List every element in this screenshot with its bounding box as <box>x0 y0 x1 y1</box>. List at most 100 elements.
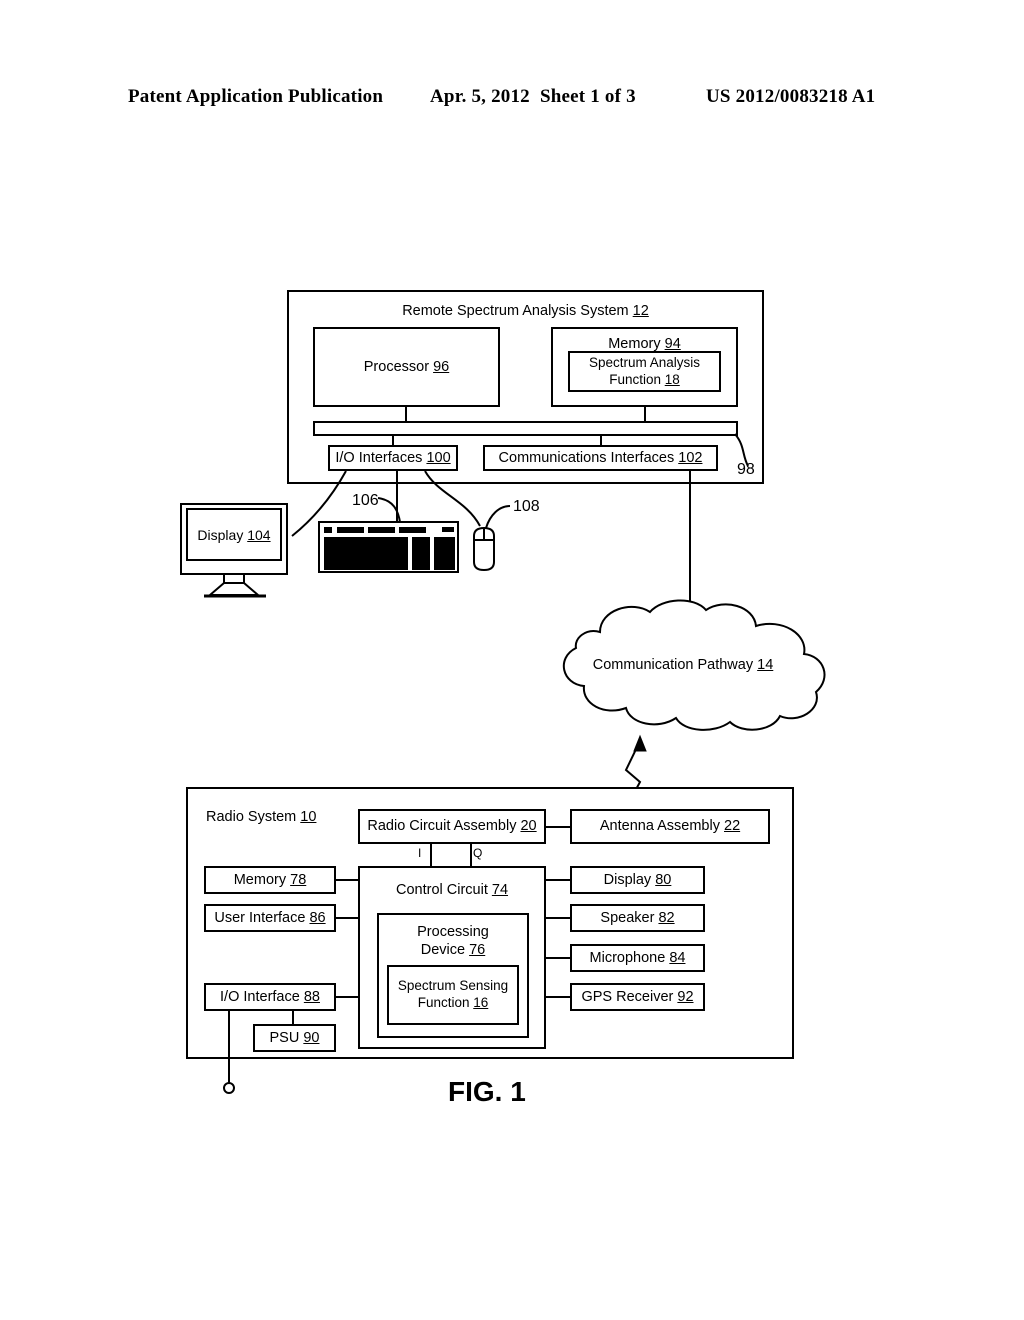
spectrum-analysis-function-line1: Spectrum Analysis <box>588 354 701 370</box>
keyboard-fn-row <box>399 527 426 533</box>
figure-caption: FIG. 1 <box>448 1076 526 1107</box>
q-signal-line <box>470 844 472 866</box>
io-external-terminal-line <box>228 1011 230 1083</box>
io-interfaces-ref: 100 <box>426 449 451 466</box>
speaker-82-label: Speaker <box>600 909 659 926</box>
keyboard-fn-row <box>324 527 332 533</box>
radio-circuit-assembly-box: Radio Circuit Assembly 20 <box>358 809 546 844</box>
spectrum-sensing-function-line2: Function <box>417 995 474 1010</box>
keyboard-106 <box>318 521 459 573</box>
processor-label: Processor <box>363 358 434 375</box>
monitor-stand-svg <box>204 582 266 598</box>
spectrum-sensing-function-box: Spectrum Sensing Function 16 <box>387 965 519 1025</box>
io-interface-88-box: I/O Interface 88 <box>204 983 336 1011</box>
processor-ref: 96 <box>433 358 450 375</box>
communications-interfaces-ref: 102 <box>678 449 703 466</box>
user-interface-86-box: User Interface 86 <box>204 904 336 932</box>
radio-system-ref: 10 <box>300 809 317 825</box>
communications-interfaces-label: Communications Interfaces <box>498 449 679 466</box>
control-to-microphone-line <box>546 957 570 959</box>
radio-to-antenna-line <box>546 826 570 828</box>
io-interface-88-ref: 88 <box>303 988 320 1005</box>
radio-circuit-assembly-ref: 20 <box>520 818 537 835</box>
memory-78-ref: 78 <box>290 871 307 888</box>
display-104-monitor: Display 104 <box>180 503 292 599</box>
communications-interfaces-box: Communications Interfaces 102 <box>483 445 718 471</box>
gps-receiver-92-ref: 92 <box>677 988 694 1005</box>
processing-device-ref: 76 <box>469 942 486 959</box>
mouse-108 <box>470 526 502 574</box>
io-interfaces-label: I/O Interfaces <box>335 449 427 466</box>
keyboard-main-block <box>324 537 408 570</box>
peripheral-cables-svg <box>291 470 691 604</box>
spectrum-analysis-function-line2: Function <box>609 371 665 387</box>
radio-circuit-assembly-label: Radio Circuit Assembly <box>367 818 521 835</box>
keyboard-leader-svg <box>377 497 401 523</box>
mouse-shape-svg <box>473 526 495 572</box>
gps-receiver-92-box: GPS Receiver 92 <box>570 983 705 1011</box>
keyboard-fn-row <box>368 527 395 533</box>
gps-receiver-92-label: GPS Receiver <box>581 988 678 1005</box>
cloud-ref: 14 <box>757 657 774 673</box>
display-80-ref: 80 <box>655 871 672 888</box>
system-bus-bar <box>313 421 738 436</box>
keyboard-arrow-cluster <box>412 537 430 570</box>
memory-94-label: Memory <box>608 336 665 352</box>
keyboard-ref-number: 106 <box>352 492 379 509</box>
io-terminal-svg <box>223 1082 235 1094</box>
keyboard-fn-row <box>442 527 454 532</box>
control-circuit-ref: 74 <box>491 882 509 898</box>
monitor-stand <box>207 582 261 596</box>
cloud-label-text: Communication Pathway <box>592 657 758 673</box>
microphone-84-ref: 84 <box>669 949 686 966</box>
communication-pathway-cloud: Communication Pathway 14 <box>528 596 838 736</box>
antenna-assembly-ref: 22 <box>724 818 741 835</box>
memory-78-label: Memory <box>233 871 291 888</box>
mouse-leader-svg <box>485 505 511 529</box>
keyboard-fn-row <box>337 527 364 533</box>
mouse-leader-line <box>485 505 511 529</box>
user-interface-86-ref: 86 <box>309 909 326 926</box>
cloud-label: Communication Pathway 14 <box>528 657 838 673</box>
psu-90-label: PSU <box>269 1029 304 1046</box>
antenna-assembly-label: Antenna Assembly <box>599 818 724 835</box>
microphone-84-box: Microphone 84 <box>570 944 705 972</box>
processor-to-bus-line <box>405 407 407 422</box>
remote-system-title: Remote Spectrum Analysis System 12 <box>402 303 649 319</box>
spectrum-sensing-function-line1: Spectrum Sensing <box>397 978 509 994</box>
display-80-box: Display 80 <box>570 866 705 894</box>
microphone-84-label: Microphone <box>589 949 670 966</box>
spectrum-sensing-function-ref: 16 <box>473 995 489 1010</box>
memory-to-bus-line <box>644 407 646 422</box>
control-circuit-label: Control Circuit <box>395 882 492 898</box>
io-interfaces-box: I/O Interfaces 100 <box>328 445 458 471</box>
display-80-label: Display <box>603 871 656 888</box>
user-interface-to-control-line <box>336 917 360 919</box>
processing-device-line2: Device <box>420 942 470 959</box>
processing-device-line1: Processing <box>417 924 489 940</box>
i-signal-label: I <box>418 846 422 860</box>
antenna-assembly-box: Antenna Assembly 22 <box>570 809 770 844</box>
control-to-speaker-line <box>546 917 570 919</box>
speaker-82-box: Speaker 82 <box>570 904 705 932</box>
q-signal-label: Q <box>473 846 483 860</box>
keyboard-leader-line <box>377 497 401 523</box>
spectrum-analysis-function-box: Spectrum Analysis Function 18 <box>568 351 721 392</box>
mouse-ref-number: 108 <box>513 498 540 515</box>
io-interface-to-control-line <box>336 996 360 998</box>
memory-78-to-control-line <box>336 879 360 881</box>
remote-system-ref: 12 <box>632 303 649 319</box>
radio-system-title-text: Radio System <box>206 809 301 825</box>
wireless-link-svg <box>619 734 647 815</box>
spectrum-analysis-function-ref: 18 <box>664 371 680 387</box>
speaker-82-ref: 82 <box>658 909 675 926</box>
io-interface-to-psu-line <box>292 1011 294 1024</box>
bus-ref-number: 98 <box>737 461 755 478</box>
radio-system-title: Radio System 10 <box>206 809 316 825</box>
control-to-display-80-line <box>546 879 570 881</box>
keyboard-numpad <box>434 537 455 570</box>
io-terminal-circle <box>223 1082 235 1094</box>
memory-94-ref: 94 <box>664 336 681 352</box>
bus-leader-line-svg <box>734 433 749 467</box>
i-signal-line <box>430 844 432 866</box>
